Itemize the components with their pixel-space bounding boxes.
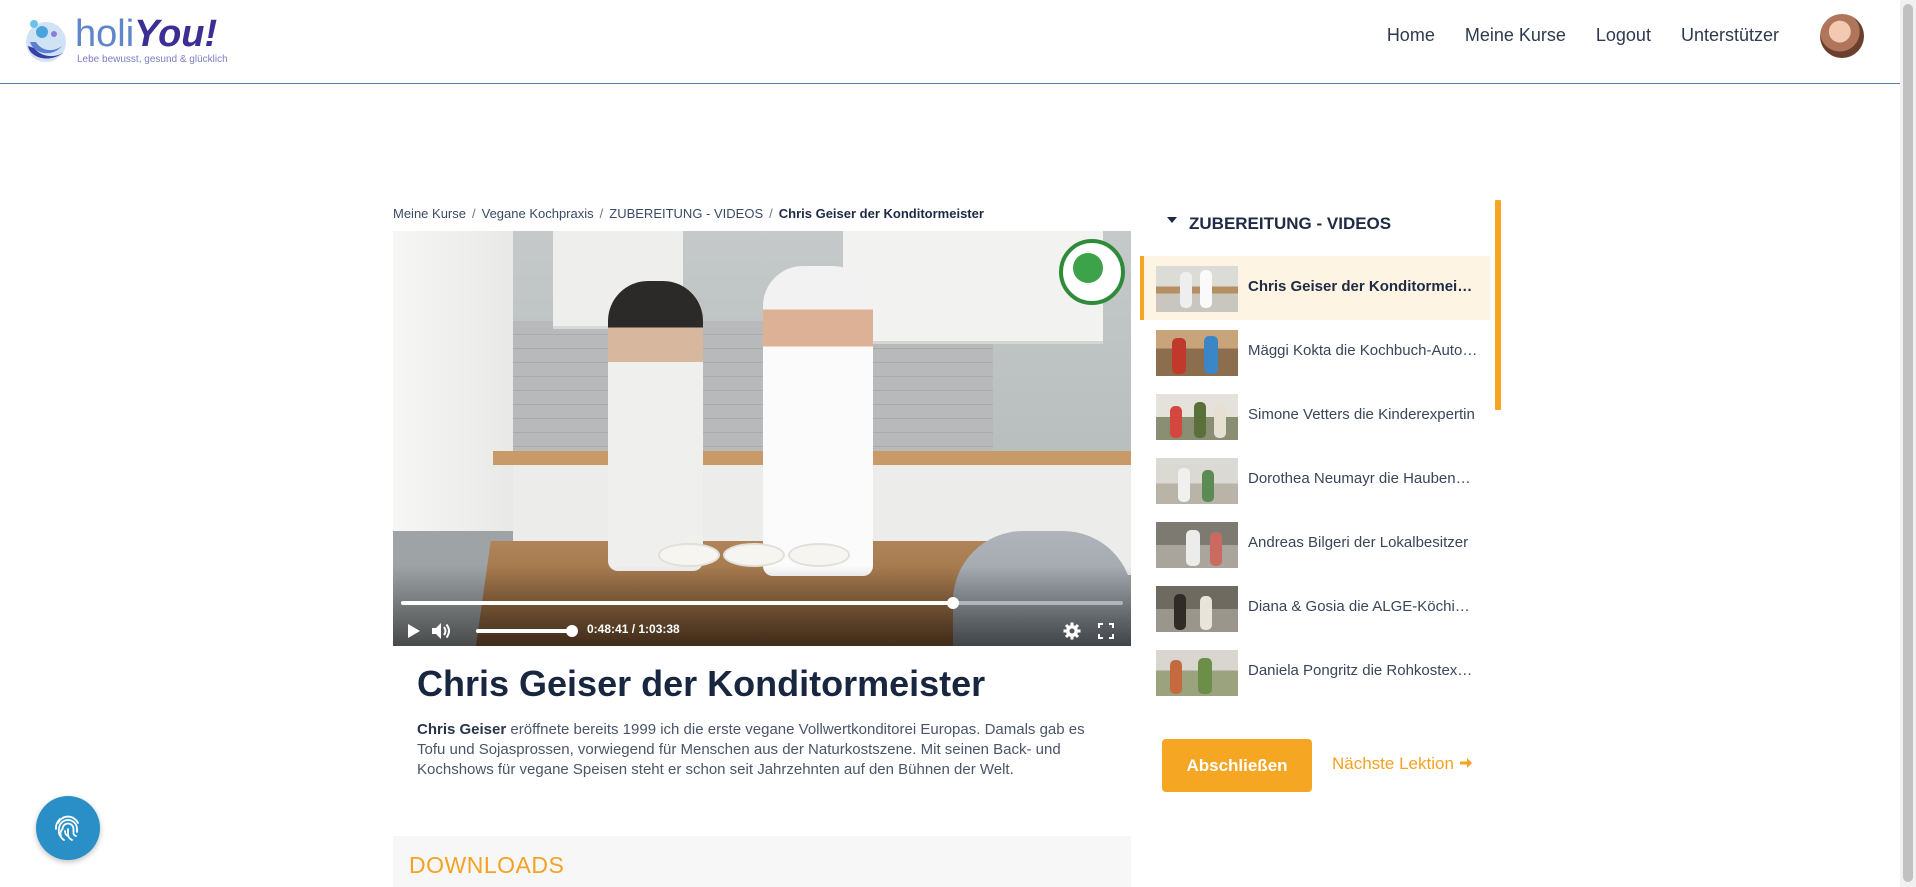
lesson-item[interactable]: Andreas Bilgeri der Lokalbesitzer: [1140, 512, 1490, 576]
breadcrumb-current: Chris Geiser der Konditormeister: [778, 206, 984, 221]
mute-button[interactable]: [429, 619, 453, 643]
video-frame-plate: [658, 543, 720, 567]
lesson-thumbnail: [1156, 394, 1238, 440]
lesson-thumbnail: [1156, 330, 1238, 376]
lesson-item[interactable]: Daniela Pongritz die Rohkostexpertin: [1140, 640, 1490, 704]
site-header: holiYou! Lebe bewusst, gesund & glücklic…: [0, 0, 1900, 84]
brand-name-part1: holi: [75, 13, 135, 55]
lesson-item-label: Dorothea Neumayr die Haubenköchin: [1248, 470, 1478, 487]
next-lesson-label: Nächste Lektion: [1332, 754, 1454, 773]
lesson-item[interactable]: Mäggi Kokta die Kochbuch-Autorin: [1140, 320, 1490, 384]
breadcrumb-separator: /: [471, 206, 476, 221]
volume-slider[interactable]: [476, 625, 578, 637]
video-time: 0:48:41 / 1:03:38: [587, 622, 680, 636]
main-nav: Home Meine Kurse Logout Unterstützer: [1387, 22, 1779, 48]
lesson-item-label: Simone Vetters die Kinderexpertin: [1248, 406, 1475, 423]
complete-button[interactable]: Abschließen: [1162, 739, 1312, 792]
arrow-right-icon: [1459, 758, 1472, 768]
channel-logo-icon: [1059, 239, 1125, 305]
lesson-thumbnail: [1156, 266, 1238, 312]
downloads-section: DOWNLOADS: [393, 836, 1131, 887]
fingerprint-button[interactable]: [36, 796, 100, 860]
lesson-item-label: Chris Geiser der Konditormeister: [1248, 278, 1478, 295]
video-frame-chef: [763, 266, 873, 576]
caret-down-icon: [1167, 217, 1177, 223]
lesson-item-label: Andreas Bilgeri der Lokalbesitzer: [1248, 534, 1469, 551]
lesson-list: Chris Geiser der Konditormeister Mäggi K…: [1140, 256, 1490, 704]
volume-slider-handle[interactable]: [566, 625, 578, 637]
downloads-title: DOWNLOADS: [409, 852, 565, 878]
breadcrumb-item-vegane-kochpraxis[interactable]: Vegane Kochpraxis: [482, 206, 594, 221]
breadcrumb: Meine Kurse / Vegane Kochpraxis / ZUBEREITUN…: [393, 206, 984, 221]
brand-tagline: Lebe bewusst, gesund & glücklich: [77, 54, 228, 65]
video-controls-gradient: [393, 566, 1131, 646]
breadcrumb-item-meine-kurse[interactable]: Meine Kurse: [393, 206, 466, 221]
video-progress-fill: [401, 601, 954, 605]
sidebar-section-header[interactable]: ZUBEREITUNG - VIDEOS: [1167, 214, 1391, 234]
avatar[interactable]: [1820, 14, 1864, 58]
settings-button[interactable]: [1060, 619, 1084, 643]
video-frame-person: [608, 281, 703, 571]
volume-icon: [432, 623, 450, 639]
play-button[interactable]: [402, 619, 426, 643]
volume-slider-fill: [476, 629, 572, 633]
gear-icon: [1063, 622, 1081, 640]
brand-name-part2: You!: [134, 13, 218, 55]
lesson-description: Chris Geiser eröffnete bereits 1999 ich …: [417, 720, 1102, 780]
lesson-item[interactable]: Diana & Gosia die ALGE-Köchinnen: [1140, 576, 1490, 640]
lesson-item-label: Daniela Pongritz die Rohkostexpertin: [1248, 662, 1478, 679]
lesson-item-label: Mäggi Kokta die Kochbuch-Autorin: [1248, 342, 1478, 359]
logo-mark-icon: [26, 20, 66, 62]
play-icon: [408, 624, 420, 638]
next-lesson-link[interactable]: Nächste Lektion: [1332, 754, 1473, 774]
sidebar-section-title: ZUBEREITUNG - VIDEOS: [1189, 214, 1392, 233]
breadcrumb-separator: /: [769, 206, 773, 221]
nav-logout[interactable]: Logout: [1596, 22, 1651, 48]
lesson-thumbnail: [1156, 586, 1238, 632]
page-title: Chris Geiser der Konditormeister: [417, 663, 986, 704]
page-scrollbar-thumb[interactable]: [1903, 4, 1913, 882]
nav-unterstuetzer[interactable]: Unterstützer: [1681, 22, 1779, 48]
fullscreen-button[interactable]: [1094, 619, 1118, 643]
nav-home[interactable]: Home: [1387, 22, 1435, 48]
page-scrollbar[interactable]: [1900, 0, 1916, 887]
lesson-thumbnail: [1156, 458, 1238, 504]
lesson-description-name: Chris Geiser: [417, 721, 507, 738]
video-player[interactable]: 0:48:41 / 1:03:38: [393, 231, 1131, 646]
lesson-description-text: eröffnete bereits 1999 ich die erste veg…: [417, 721, 1085, 778]
fingerprint-icon: [55, 815, 79, 841]
lesson-item[interactable]: Dorothea Neumayr die Haubenköchin: [1140, 448, 1490, 512]
logo[interactable]: holiYou! Lebe bewusst, gesund & glücklic…: [20, 10, 230, 70]
lesson-item-label: Diana & Gosia die ALGE-Köchinnen: [1248, 598, 1478, 615]
video-frame-plate: [723, 543, 785, 567]
breadcrumb-separator: /: [599, 206, 604, 221]
breadcrumb-item-zubereitung[interactable]: ZUBEREITUNG - VIDEOS: [609, 206, 763, 221]
brand-name: holiYou!: [75, 14, 217, 54]
lesson-item[interactable]: Chris Geiser der Konditormeister: [1140, 256, 1490, 320]
fullscreen-icon: [1098, 623, 1114, 639]
lesson-thumbnail: [1156, 650, 1238, 696]
video-frame-window: [393, 231, 513, 531]
video-frame-plate: [788, 543, 850, 567]
lesson-thumbnail: [1156, 522, 1238, 568]
sidebar-scrollbar[interactable]: [1495, 200, 1501, 410]
video-progress-bar[interactable]: [401, 597, 1123, 609]
nav-meine-kurse[interactable]: Meine Kurse: [1465, 22, 1566, 48]
lesson-item[interactable]: Simone Vetters die Kinderexpertin: [1140, 384, 1490, 448]
